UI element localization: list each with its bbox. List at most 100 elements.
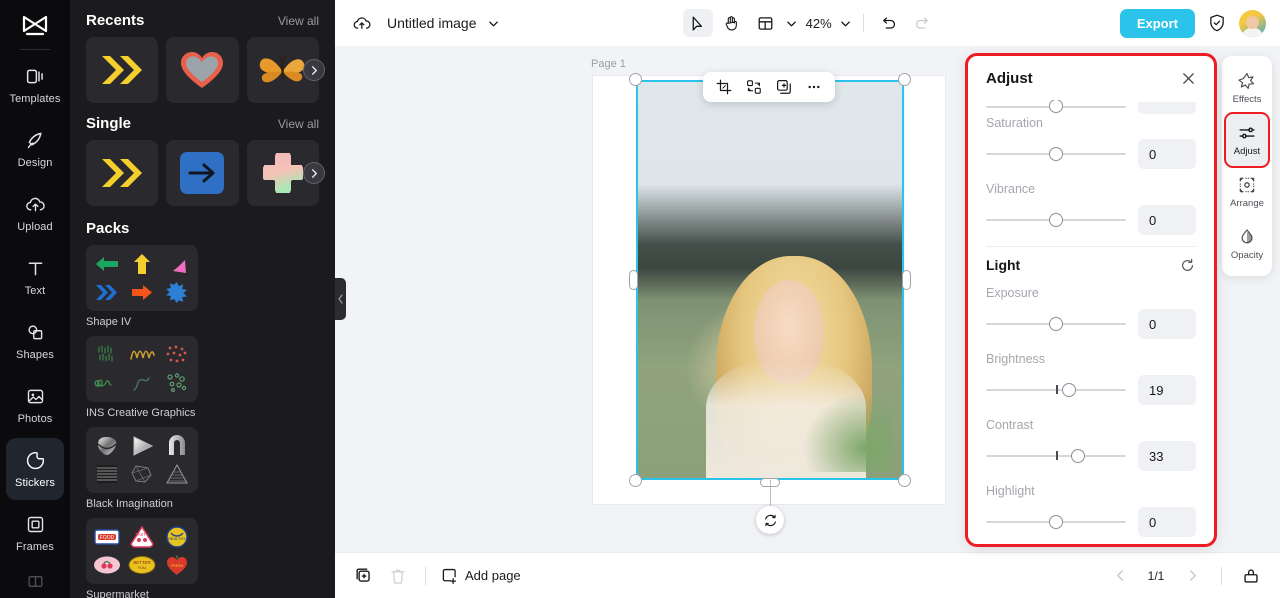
pack-item[interactable]: FOOD TASTY HEALTHY BETTER YOU FRESH Super… (86, 518, 198, 598)
resize-handle-middle-left[interactable] (629, 270, 638, 290)
sidebar-item-text[interactable]: Text (6, 246, 64, 308)
vibrance-slider[interactable] (986, 211, 1126, 229)
right-rail-arrange[interactable]: Arrange (1226, 166, 1268, 218)
highlight-value-field[interactable]: 0 (1138, 507, 1196, 537)
zoom-chevron-down-icon[interactable] (839, 16, 853, 30)
redo-button[interactable] (908, 9, 938, 37)
pack-item[interactable]: Shape IV (86, 245, 198, 328)
sidebar-item-label: Upload (17, 220, 53, 233)
more-button[interactable] (801, 75, 827, 99)
layout-chevron-down-icon[interactable] (785, 16, 799, 30)
delete-page-button[interactable] (385, 563, 411, 589)
reset-icon[interactable] (1178, 256, 1196, 274)
resize-handle-top-left[interactable] (629, 73, 642, 86)
duplicate-page-button[interactable] (351, 563, 377, 589)
highlight-slider[interactable] (986, 513, 1126, 531)
resize-handle-middle-right[interactable] (902, 270, 911, 290)
contrast-slider[interactable] (986, 447, 1126, 465)
undo-button[interactable] (874, 9, 904, 37)
exposure-value-field[interactable]: 0 (1138, 309, 1196, 339)
document-title[interactable]: Untitled image (387, 15, 477, 31)
sticker-thumb[interactable] (86, 37, 159, 103)
replace-button[interactable] (741, 75, 767, 99)
cloud-upload-icon[interactable] (349, 10, 375, 36)
section-title: Recents (86, 12, 145, 29)
panel-collapse-handle[interactable] (335, 278, 346, 320)
pack-item[interactable]: INS Creative Graphics (86, 336, 198, 419)
sidebar-item-label: Shapes (16, 348, 54, 361)
pack-label: Shape IV (86, 316, 132, 328)
chevron-down-icon[interactable] (487, 16, 501, 30)
scrolled-partial-control (986, 100, 1196, 116)
crop-button[interactable] (711, 75, 737, 99)
right-rail-opacity[interactable]: Opacity (1226, 218, 1268, 270)
selected-image-element[interactable] (629, 73, 911, 534)
pack-label: Supermarket (86, 589, 149, 598)
slider-knob[interactable] (1049, 213, 1063, 227)
sidebar-item-upload[interactable]: Upload (6, 182, 64, 244)
export-button[interactable]: Export (1119, 8, 1195, 38)
slider-knob[interactable] (1049, 317, 1063, 331)
shield-check-icon[interactable] (1204, 10, 1230, 36)
partial-value-field[interactable] (1138, 102, 1196, 114)
packs-title: Packs (86, 220, 130, 237)
slider-knob[interactable] (1071, 449, 1086, 463)
sticker-thumb[interactable] (166, 140, 239, 206)
slider-knob[interactable] (1061, 383, 1076, 397)
sidebar-item-shapes[interactable]: Shapes (6, 310, 64, 372)
add-page-icon (440, 567, 458, 585)
view-all-link[interactable]: View all (278, 117, 319, 131)
svg-text:TASTY: TASTY (135, 532, 149, 537)
slider-knob[interactable] (1049, 515, 1063, 529)
recents-next-button[interactable] (303, 59, 325, 81)
sticker-thumb[interactable] (86, 140, 159, 206)
duplicate-button[interactable] (771, 75, 797, 99)
right-rail-adjust[interactable]: Adjust (1224, 112, 1270, 168)
brightness-slider[interactable] (986, 381, 1126, 399)
present-button[interactable] (1238, 563, 1264, 589)
canvas-tools: 42% (682, 9, 938, 37)
rotate-handle[interactable] (756, 506, 784, 534)
adjust-panel-body[interactable]: Saturation 0 Vibrance 0 Light Exposure 0… (968, 100, 1214, 544)
select-tool[interactable] (682, 9, 713, 37)
view-all-link[interactable]: View all (278, 14, 319, 28)
sidebar-item-design[interactable]: Design (6, 118, 64, 180)
next-page-button[interactable] (1179, 563, 1205, 589)
slider-knob[interactable] (1049, 100, 1063, 113)
svg-text:YOU: YOU (138, 565, 147, 570)
single-next-button[interactable] (303, 162, 325, 184)
prev-page-button[interactable] (1107, 563, 1133, 589)
pagination-divider (1221, 566, 1222, 585)
sidebar-item-frames[interactable]: Frames (6, 502, 64, 564)
close-icon[interactable] (1178, 68, 1198, 88)
right-rail-label: Arrange (1230, 198, 1264, 209)
slider-knob[interactable] (1049, 147, 1063, 161)
resize-handle-bottom-left[interactable] (629, 474, 642, 487)
sidebar-item-templates[interactable]: Templates (6, 54, 64, 116)
zoom-level[interactable]: 42% (803, 16, 835, 31)
saturation-value-field[interactable]: 0 (1138, 139, 1196, 169)
add-page-button[interactable]: Add page (440, 567, 521, 585)
capcut-logo[interactable] (18, 12, 52, 41)
stickers-icon (24, 450, 46, 472)
resize-handle-top-right[interactable] (898, 73, 911, 86)
saturation-slider[interactable] (986, 145, 1126, 163)
sidebar-item-stickers[interactable]: Stickers (6, 438, 64, 500)
sidebar-item-more[interactable] (6, 566, 64, 596)
contrast-value-field[interactable]: 33 (1138, 441, 1196, 471)
right-rail-effects[interactable]: Effects (1226, 62, 1268, 114)
effects-star-icon (1238, 71, 1257, 90)
avatar[interactable] (1238, 9, 1266, 37)
partial-slider[interactable] (986, 100, 1126, 113)
sticker-thumb[interactable] (166, 37, 239, 103)
brightness-value-field[interactable]: 19 (1138, 375, 1196, 405)
exposure-slider[interactable] (986, 315, 1126, 333)
pack-item[interactable]: Black Imagination (86, 427, 198, 510)
sidebar-item-photos[interactable]: Photos (6, 374, 64, 436)
vibrance-value-field[interactable]: 0 (1138, 205, 1196, 235)
control-brightness: Brightness 19 (986, 350, 1196, 405)
resize-handle-bottom-right[interactable] (898, 474, 911, 487)
layout-tool[interactable] (751, 9, 781, 37)
frames-icon (24, 514, 46, 536)
hand-tool[interactable] (717, 9, 747, 37)
